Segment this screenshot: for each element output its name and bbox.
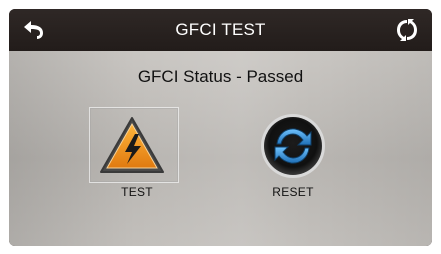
refresh-icon xyxy=(397,19,417,41)
refresh-button[interactable] xyxy=(390,14,424,46)
back-button[interactable] xyxy=(17,14,51,46)
screen: GFCI TEST GFCI Status - Passed TEST RESE… xyxy=(0,0,441,254)
reset-cycle-icon xyxy=(261,114,325,178)
page-title: GFCI TEST xyxy=(175,20,266,39)
gfci-test-panel: GFCI TEST GFCI Status - Passed TEST RESE… xyxy=(9,9,432,246)
content-area: GFCI Status - Passed TEST RESET xyxy=(9,51,432,246)
warning-lightning-icon xyxy=(100,117,164,173)
reset-button[interactable]: RESET xyxy=(245,107,341,203)
gfci-status-text: GFCI Status - Passed xyxy=(137,67,304,86)
back-arrow-icon xyxy=(24,21,43,39)
test-button[interactable]: TEST xyxy=(89,107,185,203)
reset-label: RESET xyxy=(272,185,314,199)
test-label: TEST xyxy=(121,185,153,199)
title-bar: GFCI TEST xyxy=(9,9,432,51)
